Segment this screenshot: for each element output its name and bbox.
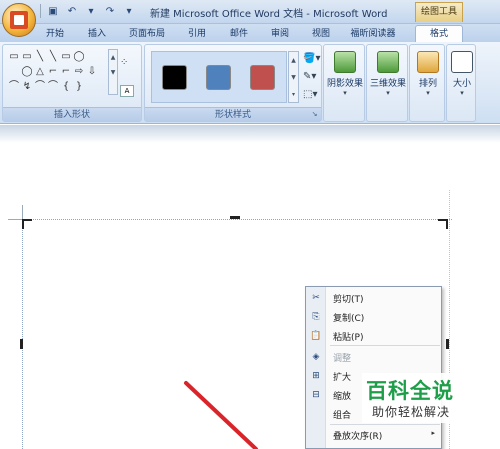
context-menu-item-label: 调整: [333, 354, 352, 364]
scissors-icon: ✂: [312, 293, 320, 303]
context-menu-item: ◈ 调整: [306, 348, 443, 367]
context-menu-item-label: 叠放次序(R): [333, 432, 383, 442]
group-icon: [310, 408, 322, 420]
copy-icon: ⎘: [312, 312, 320, 322]
context-menu-item[interactable]: 📋 粘贴(P): [306, 327, 443, 346]
context-menu-item[interactable]: ✂ 剪切(T): [306, 289, 443, 308]
context-menu-separator: [330, 345, 440, 346]
office-logo-icon: [10, 11, 28, 29]
watermark-subtitle: 助你轻松解决: [372, 405, 451, 419]
context-menu-item-label: 复制(C): [333, 314, 365, 324]
expand-icon: ⊞: [312, 371, 320, 381]
scale-icon: ⊟: [312, 390, 320, 400]
context-menu-item-label: 扩大: [333, 373, 352, 383]
context-menu-item-label: 剪切(T): [333, 295, 364, 305]
submenu-arrow-icon: ▸: [431, 429, 435, 437]
context-menu-item[interactable]: ⎘ 复制(C): [306, 308, 443, 327]
context-menu-item-label: 组合: [333, 411, 352, 421]
order-icon: [310, 429, 322, 441]
context-menu: ✂ 剪切(T) ⎘ 复制(C) 📋 粘贴(P) ◈ 调整 ⊞ 扩大 ⊟ 缩放组合叠放次序(R) ▸: [305, 286, 442, 449]
office-button[interactable]: [2, 3, 36, 37]
context-menu-item[interactable]: 叠放次序(R) ▸: [306, 426, 443, 445]
adjust-icon: ◈: [312, 352, 320, 362]
context-menu-separator: [330, 424, 440, 425]
watermark-title: 百科全说: [366, 379, 454, 403]
context-menu-item-label: 缩放: [333, 392, 352, 402]
watermark: 百科全说 助你轻松解决: [362, 373, 460, 423]
context-menu-item-label: 粘贴(P): [333, 333, 364, 343]
paste-icon: 📋: [310, 331, 322, 341]
